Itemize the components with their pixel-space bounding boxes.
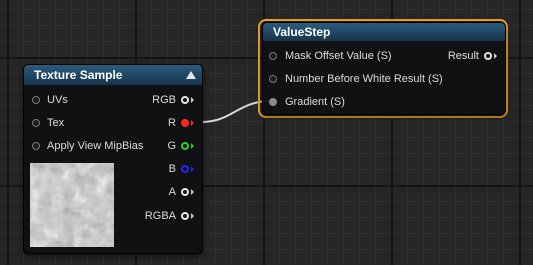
result-pin-icon[interactable] <box>484 52 492 60</box>
valuestep-node[interactable]: ValueStep Mask Offset Value (S) Number B… <box>262 22 506 115</box>
valuestep-header[interactable]: ValueStep <box>263 23 505 41</box>
g-arrow-icon <box>191 143 194 149</box>
result-arrow-icon <box>494 53 497 59</box>
tex-pin-icon[interactable] <box>32 119 40 127</box>
b-label: B <box>168 163 176 175</box>
input-pin-uvs[interactable]: UVs <box>32 92 68 108</box>
g-label: G <box>167 140 176 152</box>
a-pin-icon[interactable] <box>181 188 189 196</box>
uvs-pin-icon[interactable] <box>32 96 40 104</box>
input-pin-number-before-white-result[interactable]: Number Before White Result (S) <box>269 71 443 87</box>
number-before-white-result-pin-icon[interactable] <box>269 75 277 83</box>
mask-offset-value-label: Mask Offset Value (S) <box>285 50 392 62</box>
gradient-pin-icon[interactable] <box>269 98 277 106</box>
rgba-pin-icon[interactable] <box>181 212 189 220</box>
b-arrow-icon <box>191 166 194 172</box>
rgba-arrow-icon <box>191 213 194 219</box>
apply-view-mipbias-pin-icon[interactable] <box>32 142 40 150</box>
input-pin-mask-offset-value[interactable]: Mask Offset Value (S) <box>269 48 392 64</box>
rgb-arrow-icon <box>191 97 194 103</box>
output-pin-a[interactable]: A <box>169 184 194 200</box>
apply-view-mipbias-label: Apply View MipBias <box>47 140 144 152</box>
uvs-label: UVs <box>47 94 68 106</box>
texture-sample-title: Texture Sample <box>34 68 123 82</box>
collapse-triangle-icon[interactable] <box>186 71 196 79</box>
r-arrow-icon <box>191 120 194 126</box>
b-pin-icon[interactable] <box>181 165 189 173</box>
r-label: R <box>168 117 176 129</box>
rgb-label: RGB <box>152 94 176 106</box>
texture-sample-node[interactable]: Texture Sample UVs Tex Apply View MipBia… <box>23 64 203 254</box>
texture-preview-thumbnail <box>30 163 114 247</box>
result-label: Result <box>447 50 479 62</box>
output-pin-r[interactable]: R <box>168 115 194 131</box>
input-pin-gradient[interactable]: Gradient (S) <box>269 94 345 110</box>
output-pin-result[interactable]: Result <box>448 48 497 64</box>
g-pin-icon[interactable] <box>181 142 189 150</box>
output-pin-b[interactable]: B <box>169 161 194 177</box>
texture-sample-header[interactable]: Texture Sample <box>24 65 202 85</box>
rgb-pin-icon[interactable] <box>181 96 189 104</box>
tex-label: Tex <box>47 117 65 129</box>
gradient-label: Gradient (S) <box>285 96 345 108</box>
r-pin-icon[interactable] <box>181 119 189 127</box>
mask-offset-value-pin-icon[interactable] <box>269 52 277 60</box>
number-before-white-result-label: Number Before White Result (S) <box>285 73 443 85</box>
valuestep-title: ValueStep <box>273 25 331 39</box>
output-pin-rgb[interactable]: RGB <box>152 92 194 108</box>
a-label: A <box>168 186 176 198</box>
rgba-label: RGBA <box>144 210 176 222</box>
a-arrow-icon <box>191 189 194 195</box>
output-pin-g[interactable]: G <box>167 138 194 154</box>
input-pin-tex[interactable]: Tex <box>32 115 64 131</box>
output-pin-rgba[interactable]: RGBA <box>145 208 194 224</box>
input-pin-apply-view-mipbias[interactable]: Apply View MipBias <box>32 138 143 154</box>
